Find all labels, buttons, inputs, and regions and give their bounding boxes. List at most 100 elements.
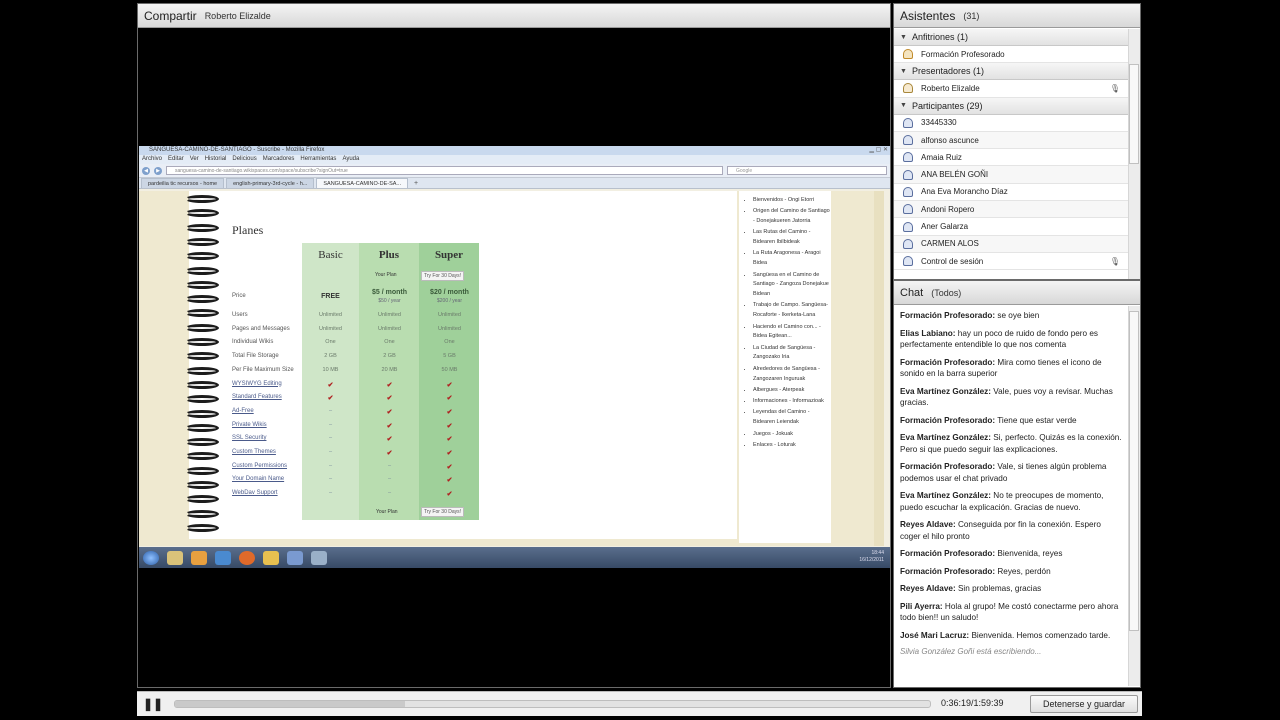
- back-icon[interactable]: ◀: [142, 166, 150, 175]
- collapse-icon[interactable]: ▼: [900, 68, 907, 75]
- collapse-icon[interactable]: ▼: [900, 102, 907, 109]
- participant-icon: [903, 238, 913, 249]
- chat-text: Sin problemas, gracias: [957, 584, 1042, 593]
- menu-item[interactable]: Archivo: [142, 155, 162, 164]
- browser-tabs: pardeilia tic recursos - home english-pr…: [139, 178, 890, 189]
- feature-value: Unlimited: [319, 312, 342, 318]
- new-tab-icon[interactable]: +: [410, 178, 422, 188]
- attendee-row[interactable]: Formación Profesorado: [894, 46, 1128, 64]
- menu-item[interactable]: Historial: [205, 155, 227, 164]
- price-plus-year: $50 / year: [378, 298, 401, 304]
- collapse-icon[interactable]: ▼: [900, 34, 907, 41]
- start-button-icon[interactable]: [143, 550, 159, 565]
- wiki-nav-item[interactable]: Albergues - Aterpeak: [753, 386, 831, 396]
- page-scrollbar[interactable]: [874, 191, 884, 546]
- app-icon[interactable]: [287, 550, 303, 565]
- attendee-row[interactable]: Andoni Ropero: [894, 201, 1128, 219]
- scroll-thumb[interactable]: [1129, 64, 1139, 164]
- attendee-row[interactable]: Ana Eva Morancho Díaz: [894, 184, 1128, 202]
- ie-icon[interactable]: [215, 550, 231, 565]
- network-icon[interactable]: [311, 550, 327, 565]
- attendee-row[interactable]: 33445330: [894, 115, 1128, 132]
- try-super-button-bottom[interactable]: Try For 30 Days!: [421, 507, 465, 517]
- feature-label[interactable]: Private Wikis: [232, 422, 267, 428]
- group-participants[interactable]: ▼ Participantes (29): [894, 97, 1128, 115]
- dash-icon: –: [328, 490, 333, 497]
- feature-label[interactable]: Ad-Free: [232, 408, 254, 414]
- wiki-nav-item[interactable]: Enlaces - Loturak: [753, 441, 831, 451]
- participant-icon: [903, 186, 913, 197]
- chat-text: Tiene que estar verde: [997, 415, 1077, 425]
- explorer-icon[interactable]: [167, 550, 183, 565]
- progress-slider[interactable]: [174, 700, 931, 708]
- menu-item[interactable]: Ayuda: [342, 155, 359, 164]
- spiral-ring: [185, 366, 219, 375]
- wiki-nav-item[interactable]: Sangüesa en el Camino de Santiago - Zang…: [753, 271, 831, 300]
- dash-icon: –: [387, 476, 392, 483]
- attendee-row[interactable]: ANA BELÉN GOÑI: [894, 166, 1128, 184]
- wiki-nav-item[interactable]: Haciendo el Camino con... - Bidea Egitea…: [753, 323, 831, 343]
- attendee-row[interactable]: Amaia Ruiz: [894, 149, 1128, 167]
- attendee-row[interactable]: Roberto Elizalde 🎙: [894, 80, 1128, 98]
- chat-scrollbar[interactable]: [1128, 306, 1140, 686]
- participant-icon: [903, 135, 913, 146]
- pause-icon[interactable]: ❚❚: [143, 696, 163, 712]
- group-presenters[interactable]: ▼ Presentadores (1): [894, 63, 1128, 81]
- menu-item[interactable]: Delicious: [232, 155, 256, 164]
- chat-author: Eva Martínez González:: [900, 491, 991, 500]
- wiki-nav-item[interactable]: Las Rutas del Camino - Bidearen Ibilbide…: [753, 228, 831, 248]
- folder-icon[interactable]: [263, 550, 279, 565]
- media-player-icon[interactable]: [191, 550, 207, 565]
- feature-label[interactable]: Standard Features: [232, 394, 282, 400]
- wiki-nav-item[interactable]: Alrededores de Sangüesa - Zangozaren Ing…: [753, 365, 831, 385]
- browser-tab[interactable]: english-primary-3rd-cycle - h...: [226, 178, 315, 188]
- feature-label[interactable]: Custom Permissions: [232, 463, 287, 469]
- try-super-button-top[interactable]: Try For 30 Days!: [421, 271, 465, 281]
- menu-item[interactable]: Herramientas: [300, 155, 336, 164]
- wiki-nav-item[interactable]: Informaciones - Informazioak: [753, 397, 831, 407]
- chat-message: Formación Profesorado: se oye bien: [900, 310, 1122, 322]
- feature-value: Unlimited: [438, 312, 461, 318]
- attendee-row[interactable]: CARMEN ALOS: [894, 235, 1128, 253]
- search-box[interactable]: Google: [727, 166, 887, 175]
- wiki-nav-item[interactable]: La Ruta Aragonesa - Aragoi Bidea: [753, 249, 831, 269]
- attendees-scrollbar[interactable]: [1128, 29, 1140, 279]
- scroll-thumb[interactable]: [1129, 311, 1139, 631]
- firefox-icon[interactable]: [239, 550, 255, 565]
- spiral-ring: [185, 295, 219, 304]
- browser-tab[interactable]: pardeilia tic recursos - home: [141, 178, 225, 188]
- feature-label[interactable]: Custom Themes: [232, 449, 276, 455]
- wiki-nav-item[interactable]: La Ciudad de Sangüesa - Zangozako Iria: [753, 344, 831, 364]
- attendees-title: Asistentes: [900, 8, 956, 23]
- check-icon: ✔: [386, 450, 393, 457]
- feature-label[interactable]: WebDav Support: [232, 490, 278, 496]
- stop-and-save-button[interactable]: Detenerse y guardar: [1030, 695, 1138, 713]
- chat-scope[interactable]: (Todos): [931, 288, 961, 298]
- check-icon: ✔: [446, 491, 453, 499]
- menu-item[interactable]: Editar: [168, 155, 184, 164]
- dash-icon: –: [328, 421, 333, 428]
- menu-item[interactable]: Marcadores: [263, 155, 295, 164]
- feature-label[interactable]: Your Domain Name: [232, 476, 284, 482]
- chat-pod: Chat (Todos) Formación Profesorado: se o…: [893, 280, 1141, 688]
- wiki-nav-item[interactable]: Juegos - Jokuak: [753, 430, 831, 440]
- group-label: Presentadores (1): [911, 66, 984, 77]
- window-controls-icon[interactable]: ▁ ▢ ✕: [869, 146, 888, 155]
- wiki-nav-item[interactable]: Bienvenidos - Ongi Etorri: [753, 196, 831, 206]
- group-hosts[interactable]: ▼ Anfitriones (1): [894, 29, 1128, 46]
- feature-label[interactable]: WYSIWYG Editing: [232, 381, 282, 387]
- menu-item[interactable]: Ver: [190, 155, 199, 164]
- wiki-nav-item[interactable]: Leyendas del Camino - Bidearen Leiendak: [753, 408, 831, 428]
- wiki-nav-item[interactable]: Trabajo de Campo. Sangüesa-Rocaforte - I…: [753, 301, 831, 321]
- wiki-nav-item[interactable]: Origen del Camino de Santiago - Donejaku…: [753, 207, 831, 227]
- attendee-row[interactable]: Aner Galarza: [894, 218, 1128, 236]
- feature-label[interactable]: SSL Security: [232, 435, 266, 441]
- browser-tab-active[interactable]: SANGUESA-CAMINO-DE-SA...: [316, 178, 408, 188]
- attendee-row[interactable]: Control de sesión 🎙: [894, 253, 1128, 271]
- url-bar[interactable]: sanguesa-camino-de-santiago.wikispaces.c…: [166, 166, 723, 175]
- chat-author: Eva Martínez González:: [900, 386, 991, 396]
- feature-cell: ✔: [421, 435, 478, 443]
- forward-icon[interactable]: ▶: [154, 166, 162, 175]
- attendee-row[interactable]: alfonso ascunce: [894, 131, 1128, 150]
- spiral-ring: [185, 380, 219, 389]
